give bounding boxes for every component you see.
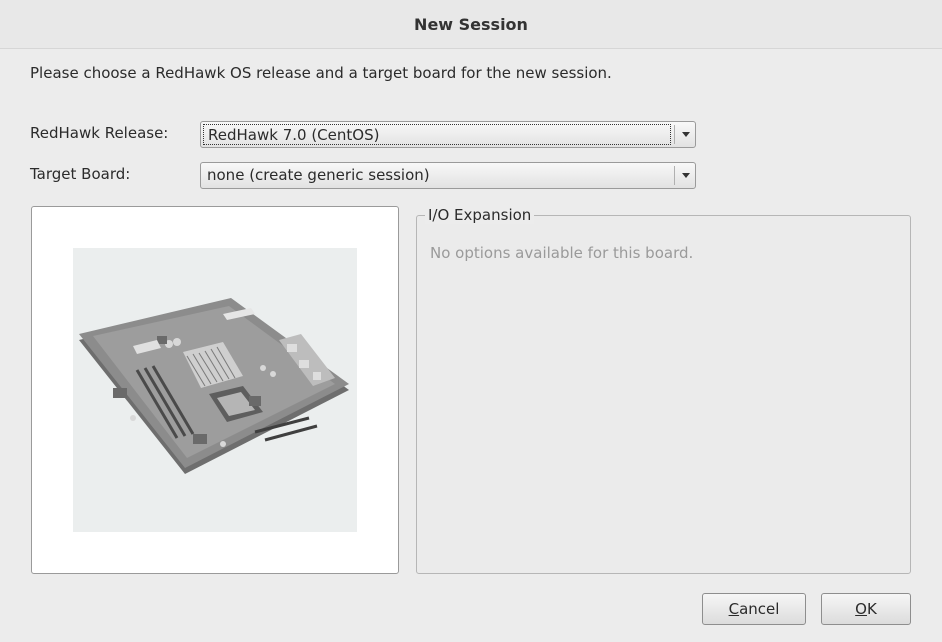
motherboard-image [79, 298, 349, 474]
combo-separator [674, 125, 675, 144]
io-expansion-title: I/O Expansion [425, 206, 535, 224]
dialog-title: New Session [0, 0, 942, 49]
combo-separator [674, 166, 675, 185]
new-session-dialog: New Session Please choose a RedHawk OS r… [0, 0, 942, 642]
chevron-down-icon[interactable] [682, 132, 690, 137]
cancel-mnemonic: C [728, 600, 740, 618]
board-image-panel [31, 206, 399, 574]
release-label: RedHawk Release: [30, 124, 169, 142]
board-label: Target Board: [30, 165, 131, 183]
board-combobox[interactable]: none (create generic session) [200, 162, 696, 189]
release-combobox[interactable]: RedHawk 7.0 (CentOS) [200, 121, 696, 148]
release-selected-value: RedHawk 7.0 (CentOS) [203, 124, 671, 145]
io-expansion-group: I/O Expansion No options available for t… [416, 206, 911, 574]
instructions-text: Please choose a RedHawk OS release and a… [30, 64, 612, 82]
board-image-background [73, 248, 357, 532]
cancel-label-rest: ancel [739, 600, 780, 618]
chevron-down-icon[interactable] [682, 173, 690, 178]
ok-label-rest: K [866, 600, 877, 618]
ok-button[interactable]: OK [821, 593, 911, 625]
board-selected-value: none (create generic session) [207, 166, 430, 184]
ok-mnemonic: O [855, 600, 867, 618]
io-expansion-message: No options available for this board. [430, 244, 694, 262]
cancel-button[interactable]: Cancel [702, 593, 806, 625]
